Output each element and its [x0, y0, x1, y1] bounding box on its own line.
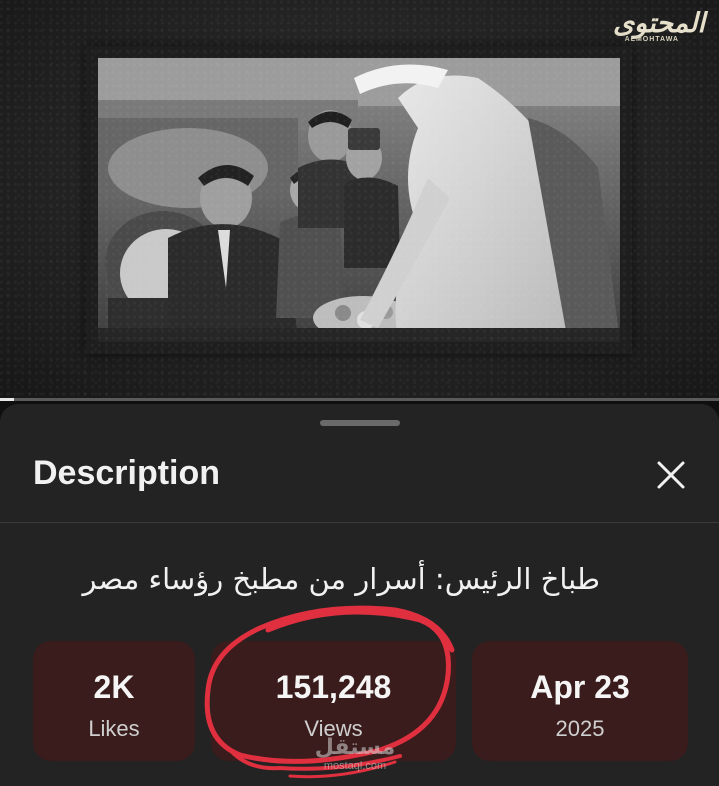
views-label: Views: [304, 716, 363, 741]
drag-handle[interactable]: [320, 420, 400, 426]
views-count: 151,248: [275, 669, 392, 705]
views-stat: 151,248 Views: [211, 641, 456, 761]
close-button[interactable]: [650, 454, 692, 496]
logo-subtext: ALMOHTAWA: [624, 36, 679, 43]
upload-date-stat: Apr 23 2025: [472, 641, 688, 761]
panel-title: Description: [33, 454, 221, 492]
video-progress-bar[interactable]: [0, 398, 719, 401]
description-panel: Description طباخ الرئيس: أسرار من مطبخ ر…: [0, 404, 719, 786]
likes-label: Likes: [88, 716, 140, 741]
likes-stat: 2K Likes: [33, 641, 195, 761]
channel-logo: المحتوى ALMOHTAWA: [575, 8, 705, 46]
upload-date: Apr 23: [530, 669, 630, 705]
historic-photo-illustration: [98, 58, 620, 342]
video-frame: [86, 46, 632, 354]
video-progress-fill: [0, 398, 15, 401]
video-player[interactable]: المحتوى ALMOHTAWA: [0, 0, 719, 398]
upload-year: 2025: [555, 716, 605, 741]
video-thumbnail-photo: [98, 58, 620, 342]
logo-text: المحتوى: [613, 8, 705, 39]
close-icon: [657, 461, 685, 489]
video-title: طباخ الرئيس: أسرار من مطبخ رؤساء مصر: [82, 562, 600, 596]
likes-count: 2K: [93, 669, 135, 705]
divider: [0, 522, 719, 523]
